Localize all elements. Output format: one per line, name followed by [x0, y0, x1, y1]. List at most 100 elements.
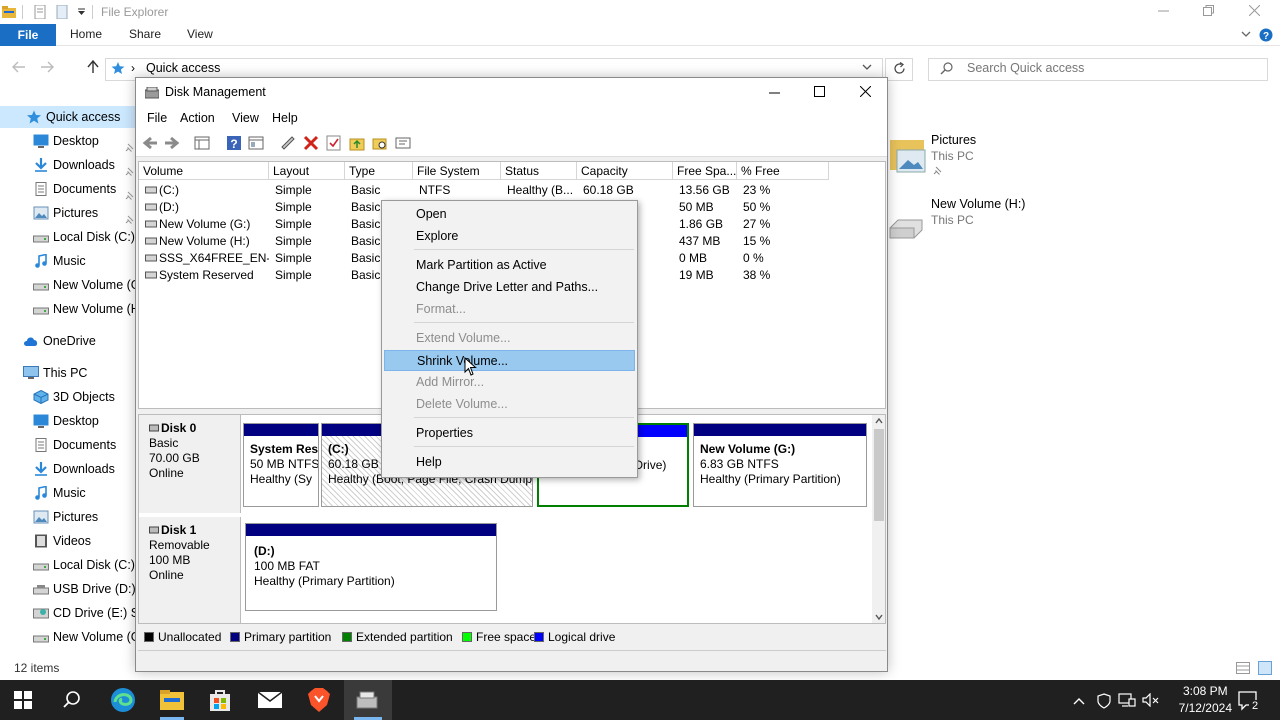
menu-help[interactable]: Help [272, 111, 298, 125]
file-explorer-icon[interactable] [159, 688, 185, 712]
nav-item-desktop[interactable]: Desktop [0, 410, 135, 432]
tab-share[interactable]: Share [129, 27, 161, 41]
network-icon[interactable] [1118, 693, 1136, 707]
context-menu-item-help[interactable]: Help [384, 452, 635, 473]
nav-item-usb-drive-d-[interactable]: USB Drive (D:) [0, 578, 135, 600]
menu-file[interactable]: File [147, 111, 167, 125]
close-icon[interactable] [1249, 5, 1260, 16]
tab-view[interactable]: View [187, 27, 213, 41]
context-menu-item-mark-partition-as-active[interactable]: Mark Partition as Active [384, 255, 635, 276]
back-arrow-icon[interactable] [12, 61, 26, 73]
scroll-down-icon[interactable] [875, 614, 883, 620]
new-folder-icon[interactable] [56, 5, 68, 19]
nav-item-this-pc[interactable]: This PC [0, 362, 135, 384]
right-item-new-volume-h[interactable]: New Volume (H:) This PC [888, 196, 1088, 246]
volume-muted-icon[interactable] [1142, 693, 1160, 707]
partition-0[interactable]: System Res 50 MB NTFS Healthy (Sy [243, 423, 319, 507]
menu-view[interactable]: View [232, 111, 259, 125]
chevron-up-icon[interactable] [1073, 697, 1085, 705]
nav-item-desktop[interactable]: Desktop [0, 130, 135, 152]
address-dropdown-icon[interactable] [862, 64, 872, 71]
details-view-icon[interactable] [1236, 662, 1250, 674]
brave-browser-icon[interactable] [307, 687, 333, 712]
graph-scrollbar[interactable] [872, 415, 885, 623]
search-icon[interactable] [62, 690, 88, 714]
column-header-5[interactable]: Capacity [577, 162, 673, 180]
store-icon[interactable] [208, 688, 234, 712]
close-icon[interactable] [860, 86, 871, 97]
nav-item-music[interactable]: Music [0, 482, 135, 504]
properties-icon[interactable] [248, 135, 264, 151]
column-header-3[interactable]: File System [413, 162, 501, 180]
chevron-down-icon[interactable] [77, 8, 86, 16]
tab-file[interactable]: File [0, 24, 56, 46]
nav-item-quick-access[interactable]: Quick access [0, 106, 135, 128]
delete-icon[interactable] [303, 135, 319, 151]
nav-item-pictures[interactable]: Pictures [0, 202, 135, 224]
help-icon[interactable]: ? [226, 135, 242, 151]
show-hide-tree-icon[interactable] [194, 135, 210, 151]
nav-item-documents[interactable]: Documents [0, 434, 135, 456]
back-arrow-icon[interactable] [142, 135, 158, 151]
security-icon[interactable] [1097, 693, 1111, 709]
mail-icon[interactable] [257, 690, 283, 714]
nav-item-downloads[interactable]: Downloads [0, 458, 135, 480]
forward-arrow-icon[interactable] [40, 61, 54, 73]
context-menu-item-extend-volume[interactable]: Extend Volume... [384, 328, 635, 349]
taskbar-clock[interactable]: 3:08 PM 7/12/2024 [1179, 683, 1232, 717]
column-header-2[interactable]: Type [345, 162, 413, 180]
minimize-icon[interactable] [1158, 10, 1169, 12]
nav-item-music[interactable]: Music [0, 250, 135, 272]
context-menu-item-delete-volume[interactable]: Delete Volume... [384, 394, 635, 415]
properties-icon[interactable] [34, 5, 46, 19]
scroll-thumb[interactable] [874, 429, 884, 521]
column-header-1[interactable]: Layout [269, 162, 345, 180]
nav-item-3d-objects[interactable]: 3D Objects [0, 386, 135, 408]
restore-icon[interactable] [1203, 5, 1214, 16]
connect-icon[interactable] [280, 135, 296, 151]
table-row[interactable]: (C:) Simple Basic NTFS Healthy (B... 60.18 GB… [139, 182, 885, 199]
windows-start-icon[interactable] [14, 691, 40, 715]
tab-home[interactable]: Home [70, 27, 102, 41]
search-input[interactable]: Search Quick access [967, 61, 1084, 75]
column-header-0[interactable]: Volume [139, 162, 269, 180]
disk-label[interactable]: Disk 1 Removable 100 MB Online [139, 517, 241, 623]
nav-item-videos[interactable]: Videos [0, 530, 135, 552]
up-folder-icon[interactable] [349, 135, 365, 151]
view-icon[interactable] [395, 135, 411, 151]
context-menu-item-open[interactable]: Open [384, 204, 635, 225]
large-icons-view-icon[interactable] [1258, 661, 1272, 675]
checkmark-icon[interactable] [326, 135, 342, 151]
nav-item-pictures[interactable]: Pictures [0, 506, 135, 528]
nav-item-documents[interactable]: Documents [0, 178, 135, 200]
taskbar-disk-management-active[interactable] [344, 680, 392, 720]
context-menu-item-add-mirror[interactable]: Add Mirror... [384, 372, 635, 393]
maximize-icon[interactable] [814, 86, 825, 97]
nav-item-cd-drive-e-sss[interactable]: CD Drive (E:) SSS [0, 602, 135, 624]
column-header-7[interactable]: % Free [737, 162, 829, 180]
nav-item-new-volume-h-[interactable]: New Volume (H:) [0, 298, 135, 320]
minimize-icon[interactable] [769, 92, 780, 94]
nav-item-downloads[interactable]: Downloads [0, 154, 135, 176]
nav-item-local-disk-c-[interactable]: Local Disk (C:) [0, 226, 135, 248]
scroll-up-icon[interactable] [875, 418, 883, 424]
nav-item-new-volume-g-[interactable]: New Volume (G:) [0, 626, 135, 648]
up-arrow-icon[interactable] [87, 60, 99, 74]
menu-action[interactable]: Action [180, 111, 215, 125]
partition-3[interactable]: New Volume (G:) 6.83 GB NTFS Healthy (Prim… [693, 423, 867, 507]
nav-item-onedrive[interactable]: OneDrive [0, 330, 135, 352]
search-folder-icon[interactable] [372, 135, 388, 151]
context-menu-item-format[interactable]: Format... [384, 299, 635, 320]
context-menu-item-properties[interactable]: Properties [384, 423, 635, 444]
nav-item-new-volume-g-[interactable]: New Volume (G:) [0, 274, 135, 296]
partition-disk1[interactable]: (D:) 100 MB FAT Healthy (Primary Partition… [245, 523, 497, 611]
context-menu-item-change-drive-letter-and-paths[interactable]: Change Drive Letter and Paths... [384, 277, 635, 298]
help-icon[interactable]: ? [1259, 28, 1273, 42]
nav-item-local-disk-c-[interactable]: Local Disk (C:) [0, 554, 135, 576]
edge-browser-icon[interactable] [110, 687, 136, 712]
chevron-down-icon[interactable] [1241, 31, 1251, 38]
context-menu-item-explore[interactable]: Explore [384, 226, 635, 247]
forward-arrow-icon[interactable] [164, 135, 180, 151]
column-header-6[interactable]: Free Spa... [673, 162, 737, 180]
disk-label[interactable]: Disk 0 Basic 70.00 GB Online [139, 415, 241, 513]
